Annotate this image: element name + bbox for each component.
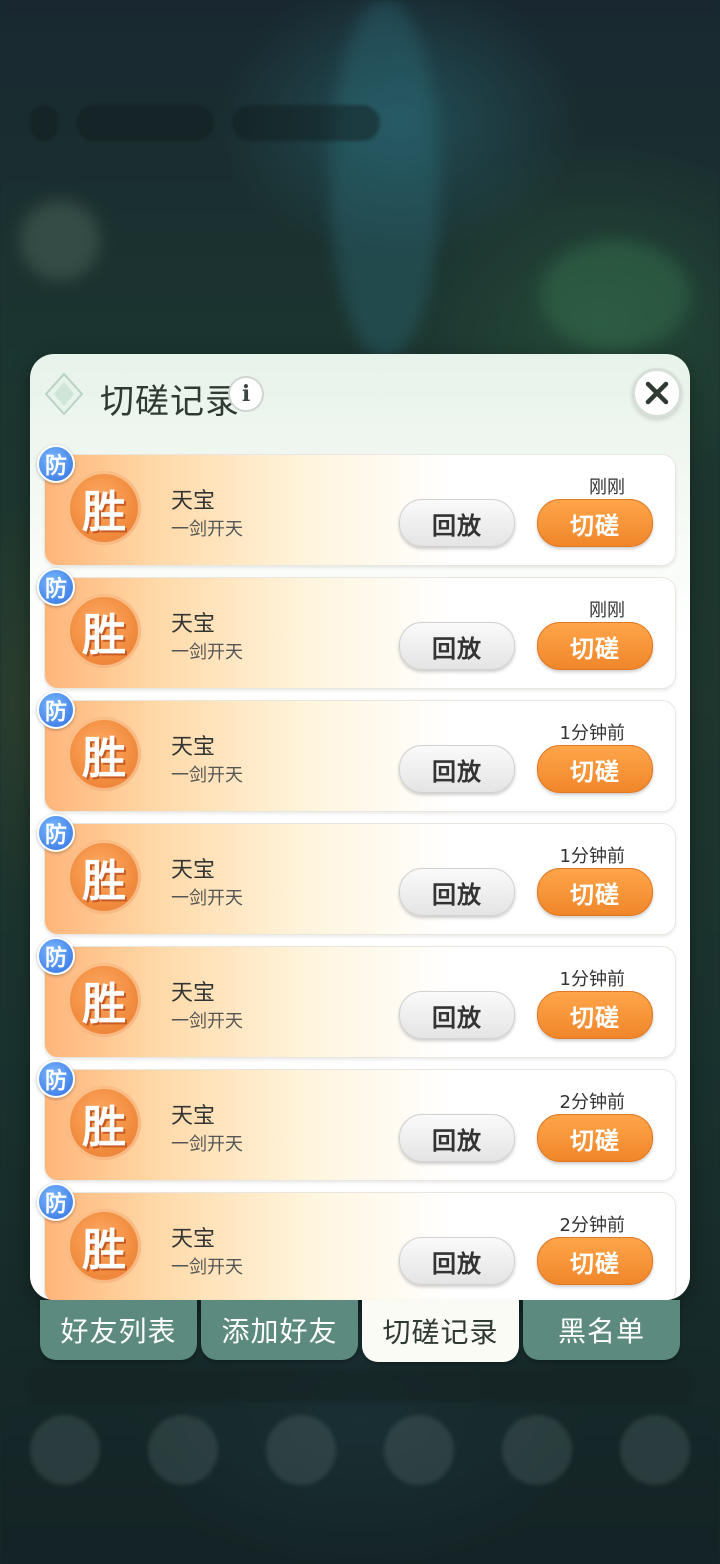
replay-button[interactable]: 回放: [399, 1237, 515, 1285]
replay-button[interactable]: 回放: [399, 499, 515, 547]
record-time: 2分钟前: [559, 1215, 625, 1236]
record-time: 2分钟前: [559, 1092, 625, 1113]
player-server: 一剑开天: [171, 765, 243, 786]
player-name: 天宝: [171, 858, 216, 883]
win-medal: 胜: [67, 1086, 141, 1160]
info-icon[interactable]: i: [228, 376, 264, 412]
record-row: 防 胜 天宝 一剑开天 2分钟前 回放 切磋: [37, 1060, 676, 1181]
player-name: 天宝: [171, 1104, 216, 1129]
nav-icon: [266, 1415, 336, 1485]
record-row: 防 胜 天宝 一剑开天 1分钟前 回放 切磋: [37, 691, 676, 812]
diamond-deco-icon: [44, 372, 84, 416]
spar-button[interactable]: 切磋: [537, 991, 653, 1039]
win-medal: 胜: [67, 717, 141, 791]
record-row: 防 胜 天宝 一剑开天 刚刚 回放 切磋: [37, 568, 676, 689]
record-row: 防 胜 天宝 一剑开天 1分钟前 回放 切磋: [37, 937, 676, 1058]
defense-badge: 防: [37, 445, 75, 483]
friend-tabs: 好友列表 添加好友 切磋记录 黑名单: [40, 1300, 680, 1362]
background-bottom-nav: [30, 1415, 690, 1515]
win-medal: 胜: [67, 594, 141, 668]
spar-button[interactable]: 切磋: [537, 622, 653, 670]
win-medal: 胜: [67, 840, 141, 914]
player-server: 一剑开天: [171, 1134, 243, 1155]
spar-button[interactable]: 切磋: [537, 868, 653, 916]
record-row: 防 胜 天宝 一剑开天 1分钟前 回放 切磋: [37, 814, 676, 935]
close-button[interactable]: [632, 368, 682, 418]
dialog-title: 切磋记录: [100, 382, 240, 422]
replay-button[interactable]: 回放: [399, 991, 515, 1039]
player-name: 天宝: [171, 1227, 216, 1252]
spar-record-dialog: 切磋记录 i 防 胜 天宝 一剑开天 刚刚 回放 切磋 防 胜 天宝 一剑开天 …: [30, 354, 690, 1300]
spar-button[interactable]: 切磋: [537, 1237, 653, 1285]
record-time: 1分钟前: [559, 969, 625, 990]
spar-button[interactable]: 切磋: [537, 1114, 653, 1162]
player-server: 一剑开天: [171, 1011, 243, 1032]
player-name: 天宝: [171, 489, 216, 514]
record-time: 刚刚: [589, 600, 625, 621]
defense-badge: 防: [37, 568, 75, 606]
nav-icon: [148, 1415, 218, 1485]
background-notice: [30, 1368, 690, 1402]
dialog-header: 切磋记录 i: [30, 354, 690, 444]
nav-icon: [502, 1415, 572, 1485]
player-server: 一剑开天: [171, 519, 243, 540]
spar-button[interactable]: 切磋: [537, 499, 653, 547]
win-medal: 胜: [67, 471, 141, 545]
win-medal: 胜: [67, 963, 141, 1037]
defense-badge: 防: [37, 691, 75, 729]
record-row: 防 胜 天宝 一剑开天 2分钟前 回放 切磋: [37, 1183, 676, 1300]
tab-friend-list[interactable]: 好友列表: [40, 1300, 197, 1360]
close-icon: [645, 381, 669, 405]
tab-blacklist[interactable]: 黑名单: [523, 1300, 680, 1360]
replay-button[interactable]: 回放: [399, 868, 515, 916]
player-server: 一剑开天: [171, 888, 243, 909]
player-name: 天宝: [171, 735, 216, 760]
nav-icon: [30, 1415, 100, 1485]
defense-badge: 防: [37, 1183, 75, 1221]
player-name: 天宝: [171, 612, 216, 637]
nav-icon: [384, 1415, 454, 1485]
defense-badge: 防: [37, 937, 75, 975]
tab-add-friend[interactable]: 添加好友: [201, 1300, 358, 1360]
record-time: 1分钟前: [559, 846, 625, 867]
record-row: 防 胜 天宝 一剑开天 刚刚 回放 切磋: [37, 445, 676, 566]
spar-button[interactable]: 切磋: [537, 745, 653, 793]
record-time: 刚刚: [589, 477, 625, 498]
player-name: 天宝: [171, 981, 216, 1006]
record-list[interactable]: 防 胜 天宝 一剑开天 刚刚 回放 切磋 防 胜 天宝 一剑开天 刚刚 回放 切…: [37, 445, 676, 1300]
defense-badge: 防: [37, 1060, 75, 1098]
defense-badge: 防: [37, 814, 75, 852]
replay-button[interactable]: 回放: [399, 1114, 515, 1162]
player-server: 一剑开天: [171, 642, 243, 663]
replay-button[interactable]: 回放: [399, 622, 515, 670]
win-medal: 胜: [67, 1209, 141, 1283]
record-time: 1分钟前: [559, 723, 625, 744]
player-server: 一剑开天: [171, 1257, 243, 1278]
replay-button[interactable]: 回放: [399, 745, 515, 793]
nav-icon: [620, 1415, 690, 1485]
tab-spar-record[interactable]: 切磋记录: [362, 1300, 519, 1362]
